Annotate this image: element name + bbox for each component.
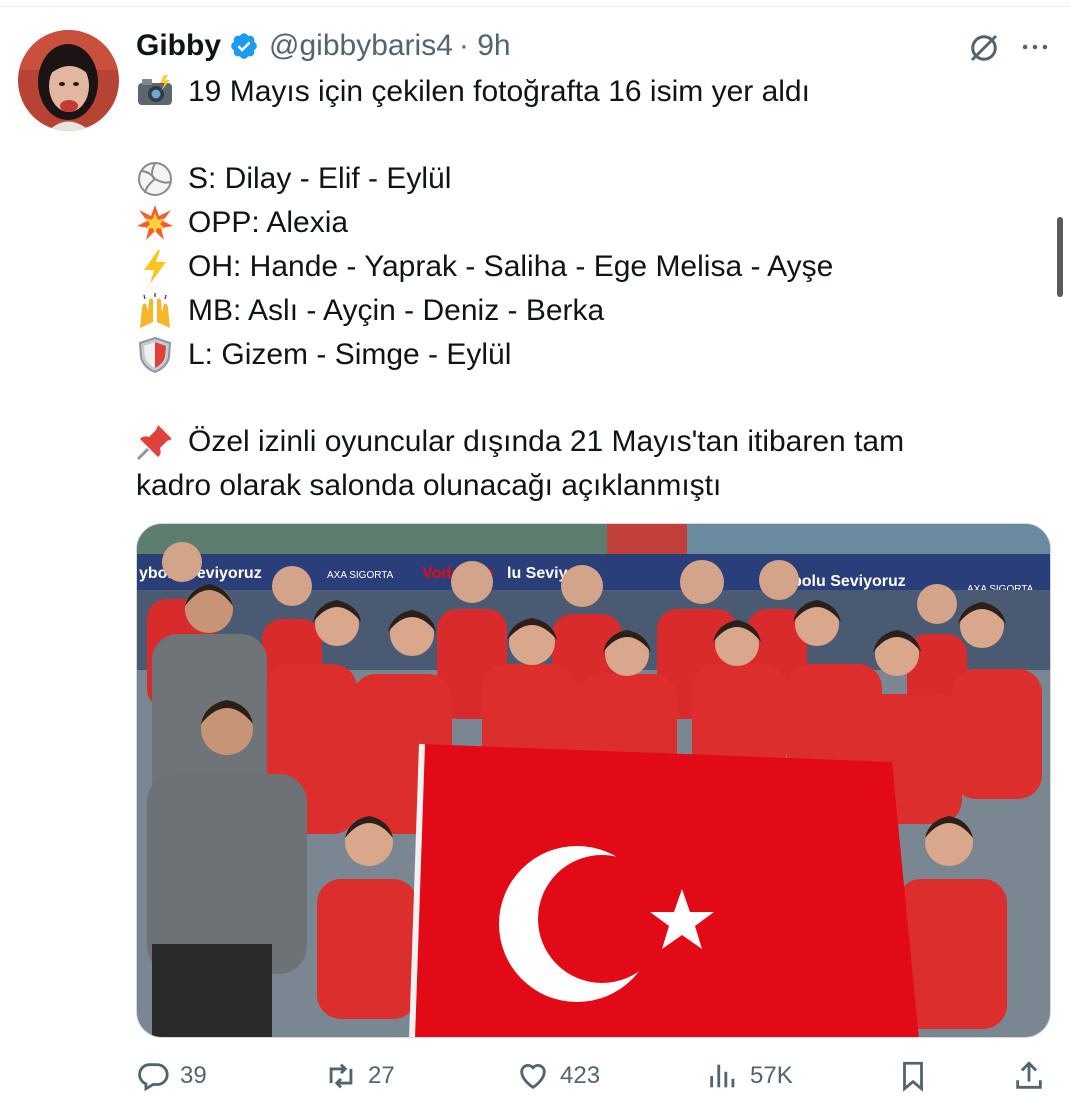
heart-icon: [520, 1064, 546, 1090]
tweet-time[interactable]: · 9h: [459, 29, 511, 63]
tweet-line-text: OPP: Alexia: [188, 206, 349, 239]
share-button[interactable]: [1012, 1052, 1046, 1100]
tweet-line-text: OH: Hande - Yaprak - Saliha - Ege Melisa…: [188, 250, 834, 283]
bookmark-icon: [903, 1061, 923, 1092]
top-divider: [0, 6, 1070, 7]
tweet-line: OH: Hande - Yaprak - Saliha - Ege Melisa…: [136, 245, 1036, 289]
volleyball-icon: [138, 162, 172, 196]
tweet-line: MB: Aslı - Ayçin - Deniz - Berka: [136, 289, 1036, 333]
more-options-icon[interactable]: [1018, 30, 1052, 64]
tweet-line: S: Dilay - Elif - Eylül: [136, 157, 1036, 201]
tweet-header: Gibby @gibbybaris4 · 9h: [136, 26, 511, 66]
tweet-line: kadro olarak salonda olunacağı açıklanmı…: [136, 464, 1036, 508]
banner-text-right: bolu Seviyoruz: [792, 573, 906, 590]
tweet-line-text: 19 Mayıs için çekilen fotoğrafta 16 isim…: [188, 75, 810, 108]
tweet-line-text: L: Gizem - Simge - Eylül: [188, 338, 512, 371]
reply-button[interactable]: 39: [136, 1052, 207, 1100]
team-photo-image: ybolu Seviyoruz AXA SIGORTA Vodafone lu …: [137, 524, 1050, 1037]
repost-button[interactable]: 27: [324, 1052, 395, 1100]
tweet-line-text: Özel izinli oyuncular dışında 21 Mayıs't…: [188, 425, 905, 458]
shield-icon: [138, 336, 172, 374]
tweet-line-text: MB: Aslı - Ayçin - Deniz - Berka: [188, 294, 605, 327]
like-button[interactable]: 423: [516, 1052, 600, 1100]
grok-icon[interactable]: [966, 30, 1002, 66]
bookmark-button[interactable]: [896, 1052, 930, 1100]
views-chart-icon: [710, 1064, 735, 1088]
avatar[interactable]: [18, 30, 119, 131]
repost-icon: [329, 1063, 353, 1089]
share-icon: [1016, 1061, 1042, 1089]
author-name[interactable]: Gibby: [136, 29, 221, 63]
banner-text-sponsor: AXA SIGORTA: [327, 570, 394, 581]
turkish-flag: [409, 743, 919, 1037]
tweet-actions: 39 27 423 57K: [136, 1052, 1051, 1100]
verified-badge-icon: [231, 33, 257, 59]
views-button[interactable]: 57K: [706, 1052, 793, 1100]
pushpin-icon: [136, 425, 172, 461]
tweet-text: 19 Mayıs için çekilen fotoğrafta 16 isim…: [136, 70, 1036, 508]
repost-count: 27: [368, 1062, 395, 1089]
like-count: 423: [560, 1062, 601, 1089]
tweet-line: L: Gizem - Simge - Eylül: [136, 333, 1036, 377]
lightning-icon: [144, 250, 166, 284]
tweet-line: 19 Mayıs için çekilen fotoğrafta 16 isim…: [136, 70, 1036, 114]
tweet-line-text: kadro olarak salonda olunacağı açıklanmı…: [136, 469, 722, 502]
tweet-photo[interactable]: ybolu Seviyoruz AXA SIGORTA Vodafone lu …: [136, 523, 1051, 1038]
reply-icon: [138, 1063, 169, 1092]
reply-count: 39: [180, 1062, 207, 1089]
raised-hands-icon: [140, 293, 170, 328]
collision-icon: [137, 205, 173, 240]
camera-flash-icon: [138, 75, 172, 105]
tweet-line: OPP: Alexia: [136, 201, 1036, 245]
tweet-line: Özel izinli oyuncular dışında 21 Mayıs't…: [136, 420, 1036, 464]
tweet-line-text: S: Dilay - Elif - Eylül: [188, 162, 452, 195]
scrollbar[interactable]: [1057, 217, 1063, 297]
banner-text-mid: lu Seviy: [507, 565, 568, 582]
author-handle[interactable]: @gibbybaris4: [269, 29, 453, 63]
views-count: 57K: [750, 1062, 793, 1089]
